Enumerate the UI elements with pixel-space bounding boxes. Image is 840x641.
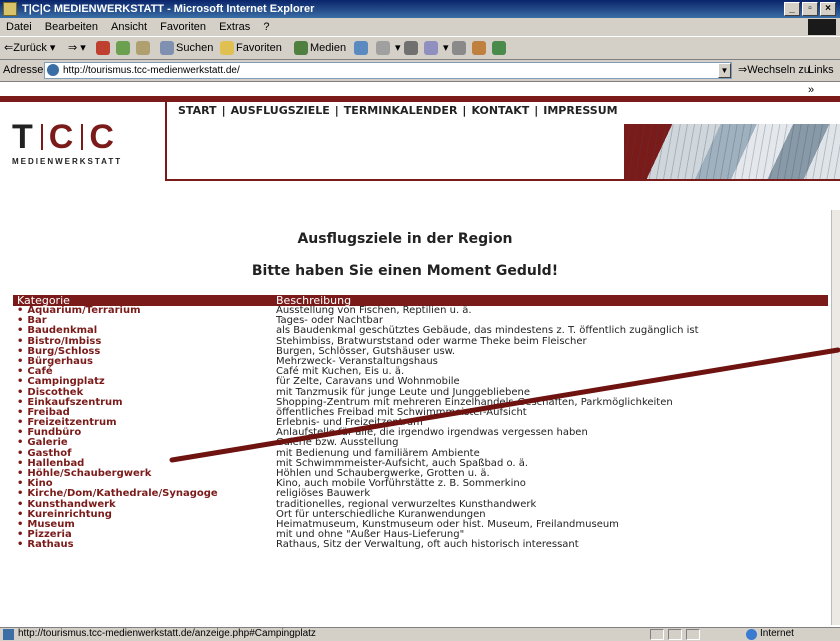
nav-impressum[interactable]: IMPRESSUM xyxy=(543,104,617,117)
windows-logo-icon xyxy=(808,19,836,35)
table-row: • Bürgerhaus Mehrzweck- Veranstaltungshaus xyxy=(13,356,828,367)
wait-message: Bitte haben Sie einen Moment Geduld! xyxy=(251,263,559,279)
menu-ansicht[interactable]: Ansicht xyxy=(111,21,147,33)
main-nav: START | AUSFLUGSZIELE | TERMINKALENDER | KONTA… xyxy=(178,104,618,117)
category-description: Rathaus, Sitz der Verwaltung, oft auch h… xyxy=(276,539,579,551)
table-row: • Aquarium/Terrarium Ausstellung von Fisch… xyxy=(13,305,828,316)
window-title-bar: T|C|C MEDIENWERKSTATT - Microsoft Intern… xyxy=(0,0,840,18)
research-icon[interactable] xyxy=(472,37,488,59)
address-dropdown-button[interactable]: ▼ xyxy=(718,63,731,78)
search-icon xyxy=(160,41,174,56)
bullet-icon: • xyxy=(17,335,24,347)
status-url: http://tourismus.tcc-medienwerkstatt.de/… xyxy=(18,628,316,639)
table-row: • Rathaus Rathaus, Sitz der Verwaltung, of… xyxy=(13,540,828,550)
menu-datei[interactable]: Datei xyxy=(6,21,32,33)
bullet-icon: • xyxy=(17,539,24,551)
status-pane xyxy=(686,629,700,640)
security-zone: Internet xyxy=(760,628,794,639)
status-pane xyxy=(650,629,664,640)
ie-page-icon xyxy=(47,64,59,77)
menu-help[interactable]: ? xyxy=(263,21,269,33)
nav-kontakt[interactable]: KONTAKT xyxy=(471,104,529,117)
edit-icon[interactable]: ▾ xyxy=(424,37,449,59)
table-row: • Campingplatz für Zelte, Caravans und Woh… xyxy=(13,377,828,387)
bullet-icon: • xyxy=(17,437,24,449)
favorites-button[interactable]: Favoriten xyxy=(220,37,282,59)
header-band xyxy=(0,96,840,102)
menu-bar: Datei Bearbeiten Ansicht Favoriten Extra… xyxy=(0,18,840,36)
bullet-icon: • xyxy=(17,376,24,388)
vertical-scrollbar[interactable] xyxy=(831,210,840,625)
history-icon[interactable] xyxy=(354,37,370,59)
header-divider xyxy=(165,102,167,180)
header-bottom-rule xyxy=(165,179,840,181)
site-logo[interactable]: TCC MEDIENWERKSTATT xyxy=(12,118,142,178)
address-input[interactable]: http://tourismus.tcc-medienwerkstatt.de/ xyxy=(44,62,732,79)
media-icon xyxy=(294,41,308,56)
links-button[interactable]: Links » xyxy=(808,60,840,100)
category-link[interactable]: • Rathaus xyxy=(17,540,74,550)
internet-zone-icon xyxy=(746,629,757,640)
bullet-icon: • xyxy=(17,488,24,500)
back-button[interactable]: ⇐Zurück ▾ xyxy=(4,37,55,59)
logo-subtitle: MEDIENWERKSTATT xyxy=(12,157,123,166)
forward-button[interactable]: ⇒ ▾ xyxy=(68,37,86,59)
restore-icon[interactable]: ▫ xyxy=(802,2,818,16)
page-icon xyxy=(3,629,14,640)
menu-bearbeiten[interactable]: Bearbeiten xyxy=(45,21,98,33)
toolbar: ⇐Zurück ▾ ⇒ ▾ Suchen Favoriten Medien ▾ … xyxy=(0,36,840,60)
status-pane xyxy=(668,629,682,640)
messenger-icon[interactable] xyxy=(492,37,508,59)
home-icon[interactable] xyxy=(136,37,152,59)
bullet-icon: • xyxy=(17,325,24,337)
minimize-icon[interactable]: _ xyxy=(784,2,800,16)
discuss-icon[interactable] xyxy=(452,37,468,59)
category-description: für Zelte, Caravans und Wohnmobile xyxy=(276,376,460,388)
address-label: Adresse xyxy=(3,64,44,76)
search-button[interactable]: Suchen xyxy=(160,37,213,59)
table-row: • Fundbüro Anlaufstelle für alle, die irge… xyxy=(13,428,828,438)
bullet-icon: • xyxy=(17,498,24,510)
bullet-icon: • xyxy=(17,447,24,459)
nav-terminkalender[interactable]: TERMINKALENDER xyxy=(344,104,458,117)
go-button[interactable]: ⇒Wechseln zu xyxy=(738,60,810,80)
favorites-icon xyxy=(220,41,234,56)
media-button[interactable]: Medien xyxy=(294,37,346,59)
refresh-icon[interactable] xyxy=(116,37,132,59)
address-bar: Adresse http://tourismus.tcc-medienwerks… xyxy=(0,60,840,96)
header-photo xyxy=(624,124,840,179)
print-icon[interactable] xyxy=(404,37,420,59)
app-icon xyxy=(3,2,17,16)
bullet-icon: • xyxy=(17,386,24,398)
menu-favoriten[interactable]: Favoriten xyxy=(160,21,206,33)
page-heading: Ausflugsziele in der Region xyxy=(297,231,513,247)
stop-icon[interactable] xyxy=(96,37,112,59)
mail-icon[interactable]: ▾ xyxy=(376,37,401,59)
nav-start[interactable]: START xyxy=(178,104,217,117)
status-bar: http://tourismus.tcc-medienwerkstatt.de/… xyxy=(0,627,840,641)
category-table: Kategorie Beschreibung • Aquarium/Terrari… xyxy=(13,295,828,551)
menu-extras[interactable]: Extras xyxy=(219,21,250,33)
nav-ausflugsziele[interactable]: AUSFLUGSZIELE xyxy=(231,104,330,117)
close-icon[interactable]: × xyxy=(820,2,836,16)
window-title: T|C|C MEDIENWERKSTATT - Microsoft Intern… xyxy=(22,3,315,15)
